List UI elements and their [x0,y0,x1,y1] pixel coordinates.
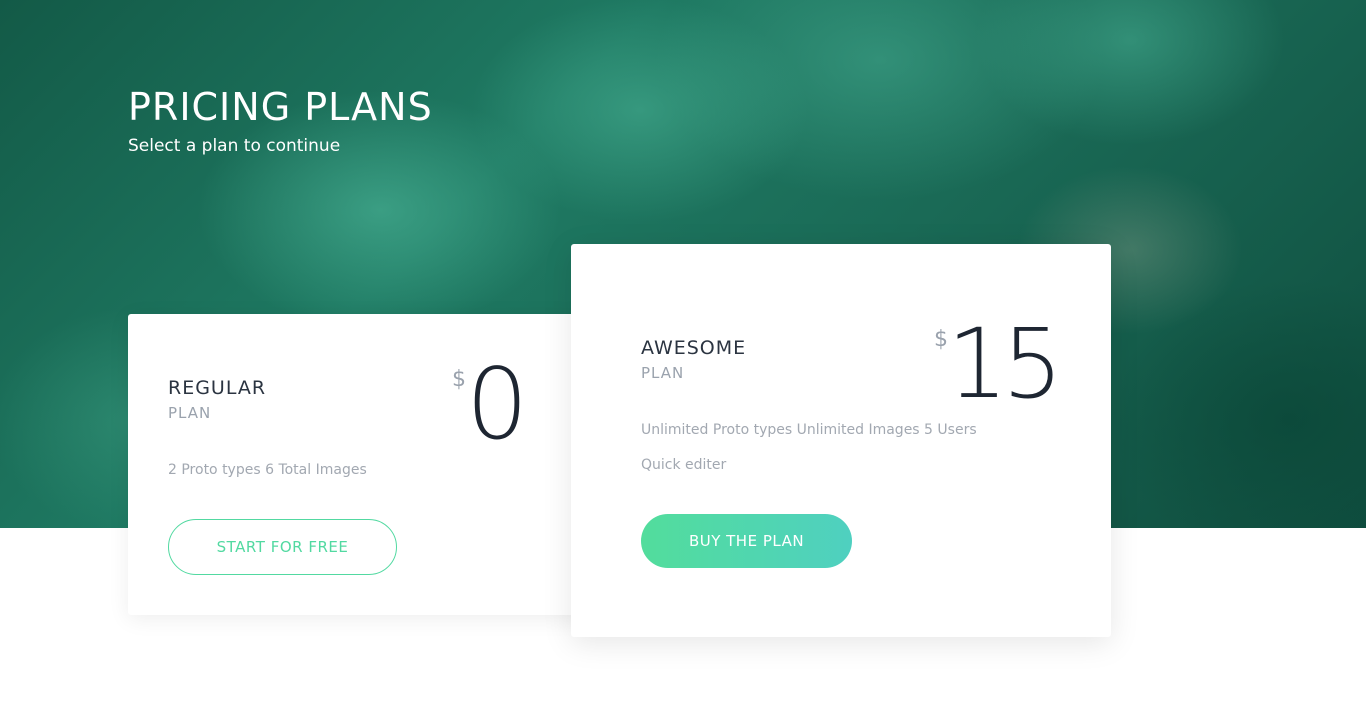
feature-line: Unlimited Proto types Unlimited Images 5… [641,422,977,438]
page-title: PRICING PLANS [128,85,433,129]
start-for-free-button[interactable]: START FOR FREE [168,519,397,575]
feature-line: Quick editer [641,457,727,473]
price-amount: 15 [947,308,1063,420]
plan-card-regular: REGULAR PLAN $ 0 2 Proto types 6 Total I… [128,314,588,615]
feature-line: 2 Proto types 6 Total Images [168,462,367,478]
price-currency: $ [934,327,948,352]
plan-name: AWESOME [641,337,747,359]
plan-card-awesome: AWESOME PLAN $ 15 Unlimited Proto types … [571,244,1111,637]
price-amount: 0 [466,348,529,462]
plan-features: Unlimited Proto types Unlimited Images 5… [641,413,977,483]
buy-the-plan-button[interactable]: BUY THE PLAN [641,514,852,568]
plan-label: PLAN [168,404,212,422]
plan-name: REGULAR [168,377,267,399]
pricing-page: PRICING PLANS Select a plan to continue … [0,0,1366,713]
price-currency: $ [452,367,466,392]
plan-features: 2 Proto types 6 Total Images [168,453,367,488]
plan-label: PLAN [641,364,685,382]
page-subtitle: Select a plan to continue [128,136,341,156]
